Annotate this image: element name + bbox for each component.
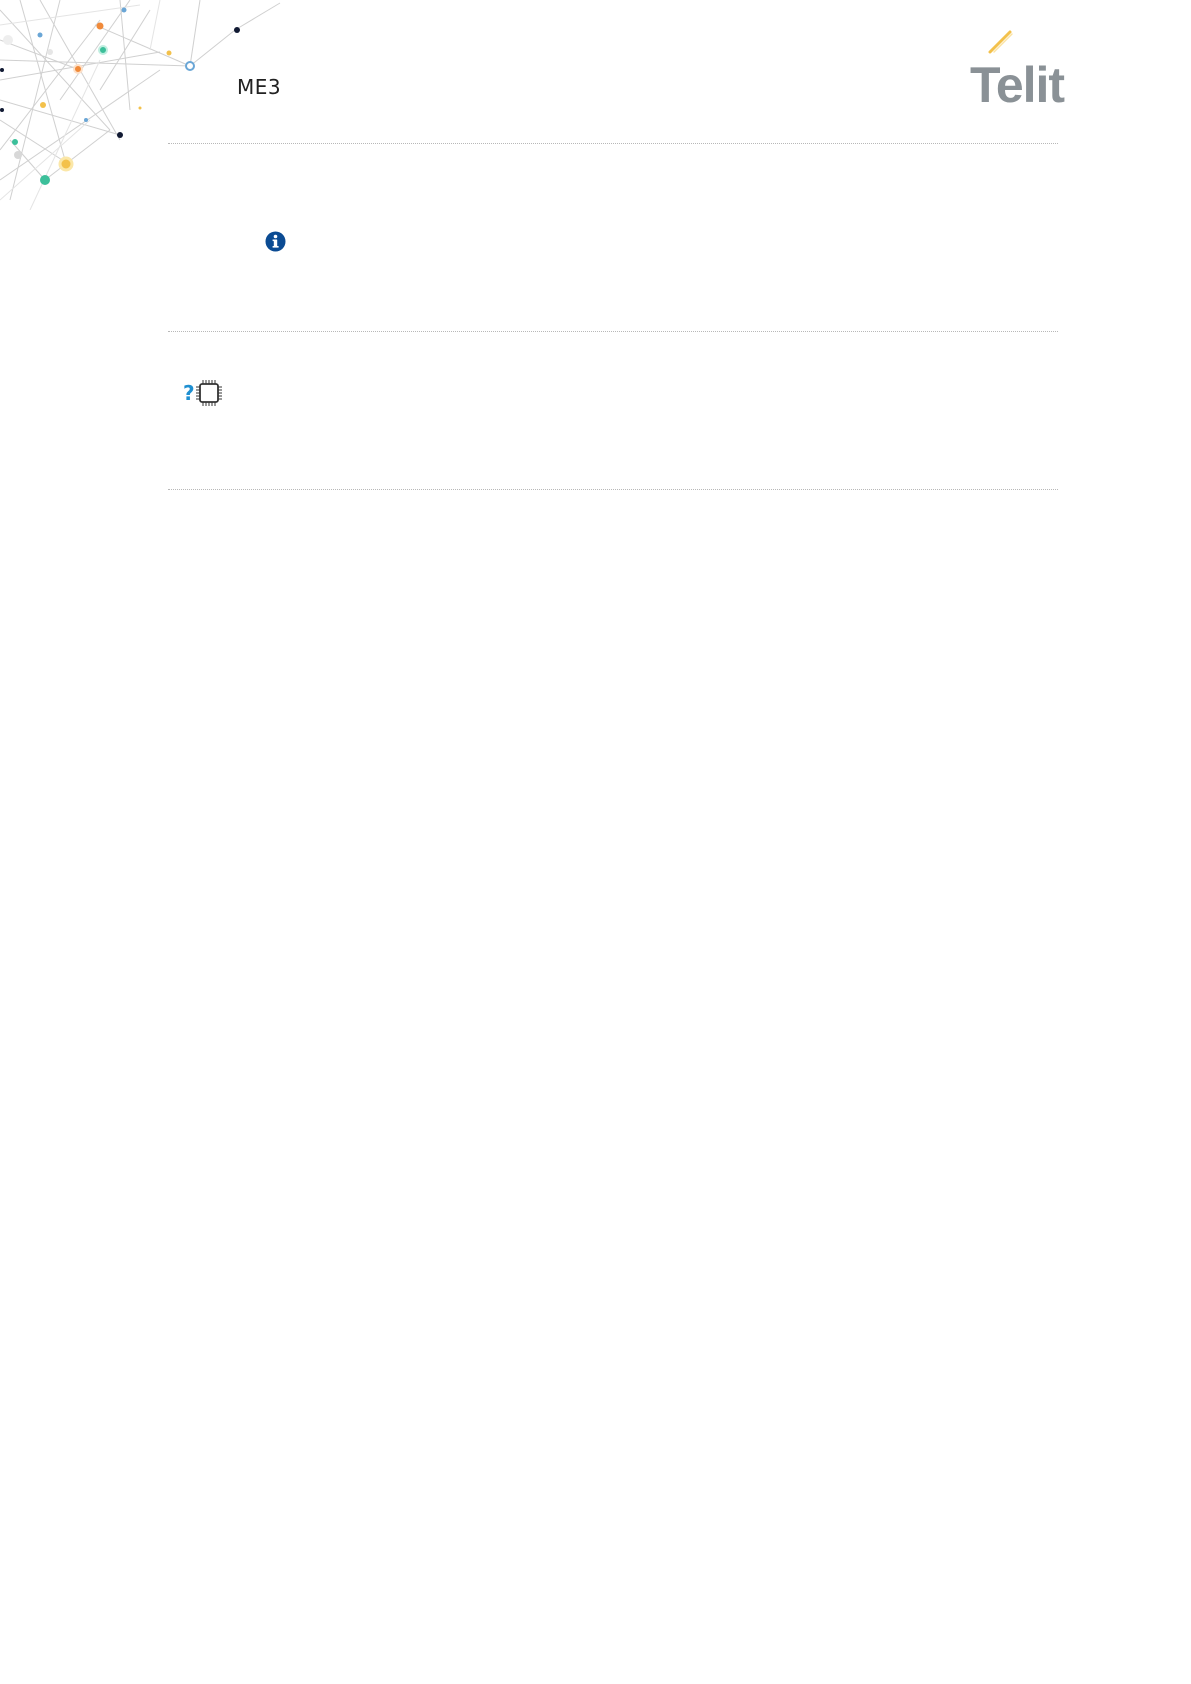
telit-logo: Telit <box>970 30 1066 106</box>
svg-text:?: ? <box>183 381 195 405</box>
divider <box>168 489 1058 490</box>
divider <box>168 143 1058 144</box>
question-chip-icon: ? <box>183 380 222 406</box>
product-label: ME3 <box>237 75 282 99</box>
logo-text: Telit <box>970 57 1065 106</box>
divider <box>168 331 1058 332</box>
info-icon <box>265 231 286 252</box>
corner-network-graphic <box>0 0 281 210</box>
